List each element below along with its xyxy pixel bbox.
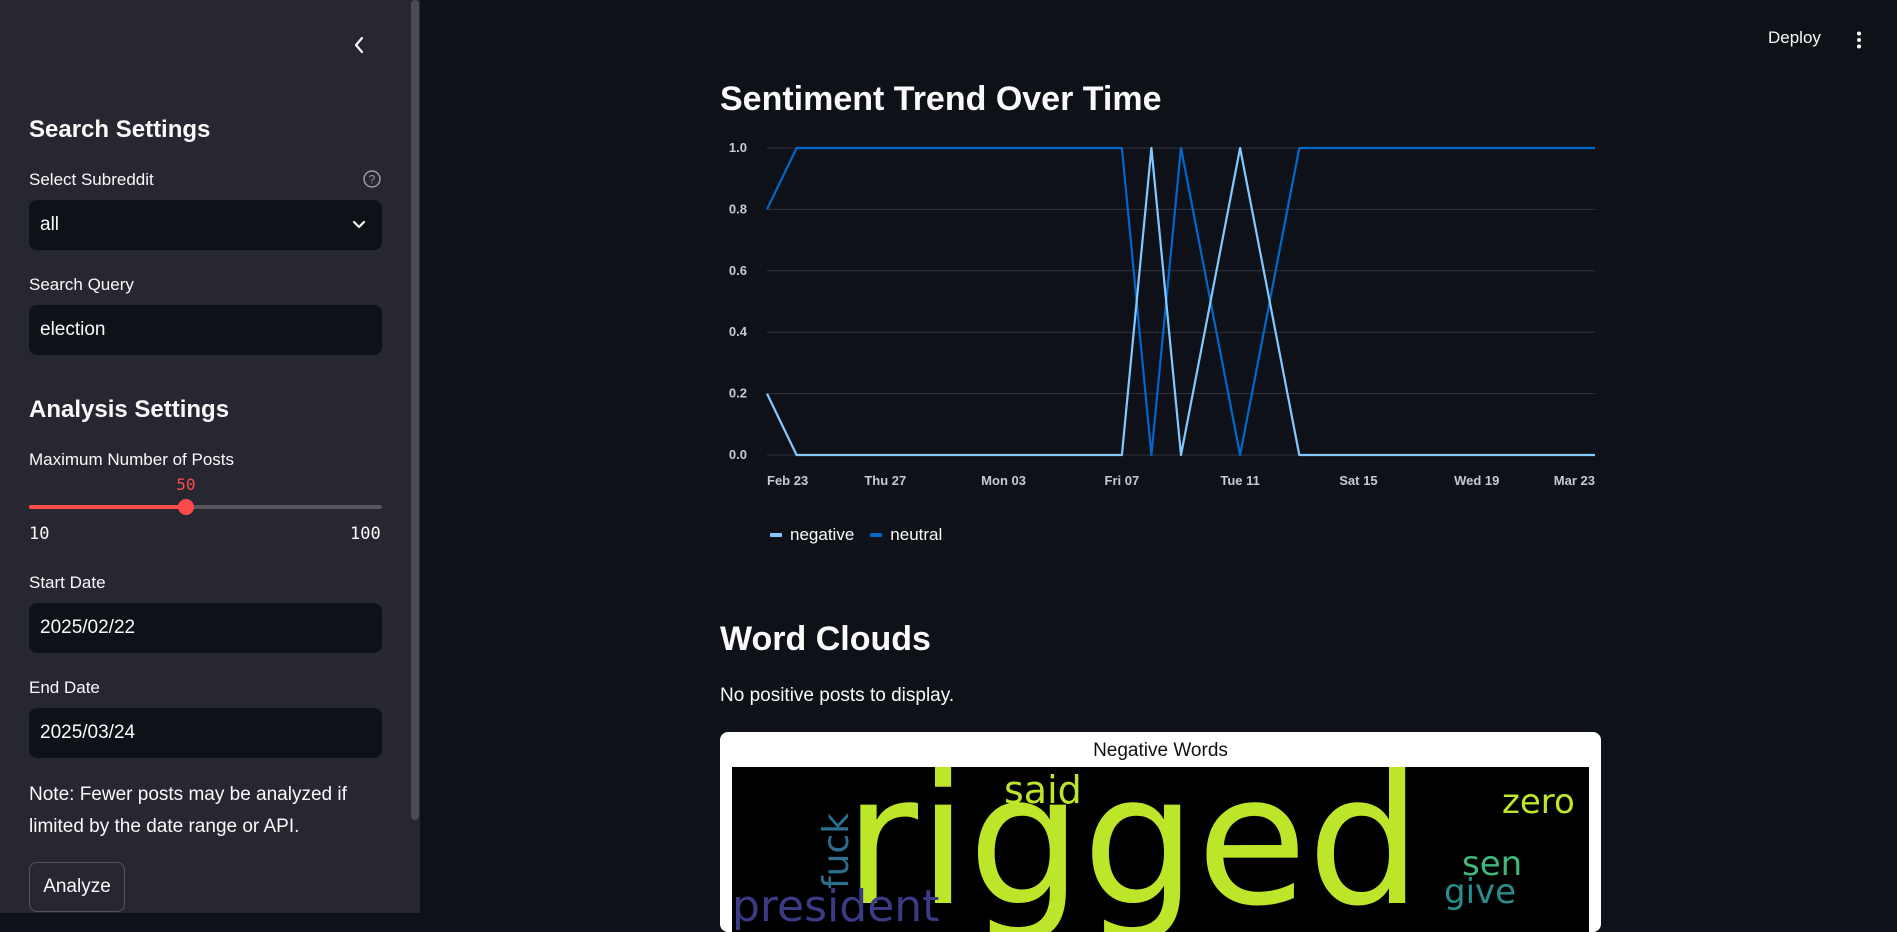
slider-max: 100 — [350, 524, 381, 544]
search-query-label: Search Query — [29, 275, 134, 294]
word-clouds-heading: Word Clouds — [720, 620, 931, 658]
negative-word-cloud: Negative Words rigged said zero fuck sen… — [720, 732, 1601, 932]
search-settings-heading: Search Settings — [29, 116, 211, 143]
word-cloud-image: rigged said zero fuck sen give president — [732, 767, 1589, 932]
series-line-neutral — [766, 146, 1595, 457]
start-date-input[interactable]: 2025/02/22 — [29, 603, 382, 653]
word-zero: zero — [1502, 782, 1575, 822]
y-tick-label: 0.2 — [729, 386, 747, 401]
y-tick-label: 1.0 — [729, 140, 747, 155]
sidebar: Search Settings Select Subreddit ? all S… — [0, 0, 420, 913]
analyze-button[interactable]: Analyze — [29, 862, 125, 912]
start-date-label: Start Date — [29, 573, 106, 592]
word-fuck: fuck — [816, 812, 857, 889]
x-tick-label: Thu 27 — [864, 473, 906, 488]
x-tick-label: Wed 19 — [1454, 473, 1499, 488]
subreddit-value: all — [40, 214, 60, 235]
x-tick-label: Fri 07 — [1105, 473, 1140, 488]
subreddit-select[interactable]: all — [29, 200, 382, 250]
end-date-label: End Date — [29, 678, 100, 697]
more-vertical-icon[interactable] — [1854, 30, 1864, 50]
y-tick-label: 0.0 — [729, 447, 747, 462]
help-icon[interactable]: ? — [362, 169, 382, 189]
y-tick-label: 0.8 — [729, 201, 747, 216]
slider-thumb[interactable] — [177, 499, 194, 515]
chevron-left-icon — [354, 36, 364, 54]
chart-legend: negative neutral — [770, 525, 942, 545]
x-tick-label: Mar 23 — [1554, 473, 1595, 488]
x-tick-label: Sat 15 — [1339, 473, 1377, 488]
search-query-input[interactable]: election — [29, 305, 382, 355]
analysis-settings-heading: Analysis Settings — [29, 396, 230, 423]
deploy-button[interactable]: Deploy — [1768, 28, 1821, 48]
word-president: president — [732, 881, 940, 932]
y-tick-label: 0.6 — [729, 263, 747, 278]
legend-swatch-negative — [770, 533, 782, 537]
date-range-note: Note: Fewer posts may be analyzed if lim… — [29, 784, 347, 837]
x-tick-label: Feb 23 — [767, 473, 808, 488]
no-positive-posts-message: No positive posts to display. — [720, 685, 955, 706]
slider-min: 10 — [29, 524, 50, 544]
legend-item-neutral[interactable]: neutral — [870, 525, 942, 545]
subreddit-label: Select Subreddit — [29, 170, 154, 189]
chevron-down-icon — [352, 220, 366, 229]
sidebar-scrollbar[interactable] — [411, 0, 419, 820]
max-posts-label: Maximum Number of Posts — [29, 450, 234, 469]
x-tick-label: Mon 03 — [981, 473, 1026, 488]
sentiment-trend-chart: 0.0 0.2 0.4 0.6 0.8 1.0 Feb 23 Thu 27 Mon 03 Fri … — [729, 140, 1595, 488]
y-tick-label: 0.4 — [729, 324, 748, 339]
sentiment-trend-heading: Sentiment Trend Over Time — [720, 80, 1162, 118]
collapse-sidebar-button[interactable] — [348, 32, 370, 58]
series-line-negative — [766, 146, 1595, 457]
slider-fill — [29, 505, 186, 509]
end-date-input[interactable]: 2025/03/24 — [29, 708, 382, 758]
legend-item-negative[interactable]: negative — [770, 525, 854, 545]
svg-text:?: ? — [369, 173, 376, 187]
x-tick-label: Tue 11 — [1220, 473, 1260, 488]
legend-label-neutral: neutral — [890, 525, 943, 544]
max-posts-slider[interactable] — [29, 499, 382, 515]
legend-label-negative: negative — [790, 525, 855, 544]
max-posts-slider-value: 50 — [176, 475, 196, 494]
word-give: give — [1444, 872, 1517, 912]
word-said: said — [1004, 768, 1082, 812]
negative-words-title: Negative Words — [1093, 740, 1228, 761]
legend-swatch-neutral — [870, 533, 883, 537]
